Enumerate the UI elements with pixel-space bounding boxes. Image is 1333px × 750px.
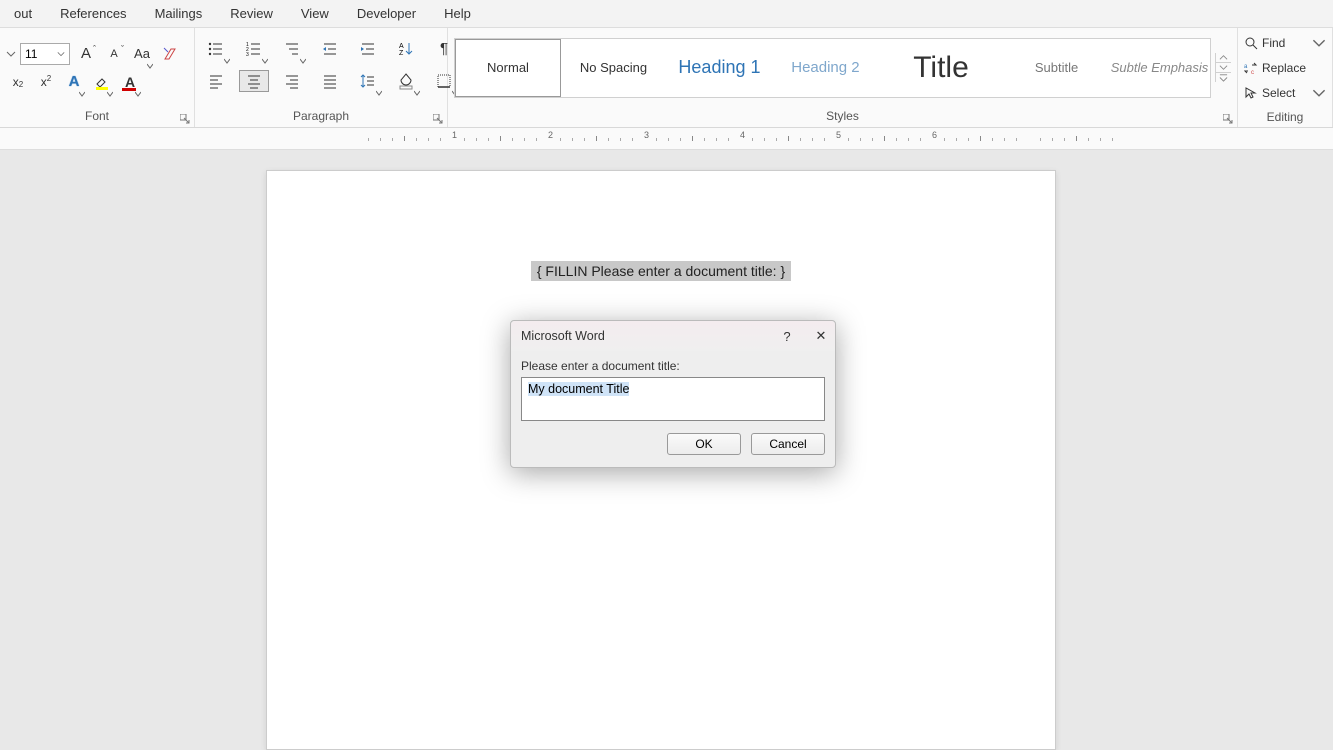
numbering-icon[interactable]: 123 — [239, 38, 269, 60]
fillin-dialog: Microsoft Word ? ✕ Please enter a docume… — [510, 320, 836, 468]
menu-references[interactable]: References — [46, 6, 140, 21]
gallery-scroll — [1215, 53, 1231, 82]
align-right-icon[interactable] — [277, 70, 307, 92]
select-icon — [1244, 86, 1258, 100]
font-dialog-launcher-icon[interactable] — [180, 113, 190, 123]
sort-icon[interactable]: AZ — [391, 38, 421, 60]
text-effects-icon[interactable]: A — [62, 71, 86, 93]
clear-formatting-icon[interactable] — [158, 43, 182, 65]
svg-text:a: a — [1244, 64, 1248, 70]
svg-text:Z: Z — [399, 50, 404, 57]
gallery-expand-icon[interactable] — [1216, 73, 1231, 82]
font-size-value: 11 — [25, 47, 37, 61]
dialog-help-icon[interactable]: ? — [779, 328, 795, 344]
font-group: 11 Aˆ Aˇ Aa x2 x2 A A Font — [0, 28, 195, 127]
cancel-button[interactable]: Cancel — [751, 433, 825, 455]
style-heading2[interactable]: Heading 2 — [773, 39, 879, 97]
highlight-color-icon[interactable] — [90, 71, 114, 93]
replace-button[interactable]: ac Replace — [1244, 57, 1326, 79]
editing-group: Find ac Replace Select Editing — [1238, 28, 1333, 127]
paragraph-group: 123 AZ ¶ Paragraph — [195, 28, 448, 127]
superscript-icon[interactable]: x2 — [34, 71, 58, 93]
paragraph-dialog-launcher-icon[interactable] — [433, 113, 443, 123]
dialog-input-value: My document Title — [528, 382, 629, 396]
styles-gallery[interactable]: Normal No Spacing Heading 1 Heading 2 Ti… — [454, 38, 1211, 98]
menu-layout-partial[interactable]: out — [0, 6, 46, 21]
styles-group: Normal No Spacing Heading 1 Heading 2 Ti… — [448, 28, 1238, 127]
style-normal[interactable]: Normal — [455, 39, 561, 97]
menu-developer[interactable]: Developer — [343, 6, 430, 21]
dialog-text-input[interactable]: My document Title — [521, 377, 825, 421]
font-color-icon[interactable]: A — [118, 71, 142, 93]
menu-help[interactable]: Help — [430, 6, 485, 21]
find-icon — [1244, 36, 1258, 50]
dialog-title-text: Microsoft Word — [521, 329, 605, 343]
menu-mailings[interactable]: Mailings — [141, 6, 217, 21]
font-size-combobox[interactable]: 11 — [20, 43, 70, 65]
grow-font-icon[interactable]: Aˆ — [74, 43, 98, 65]
fillin-field-code: { FILLIN Please enter a document title: … — [531, 261, 791, 281]
horizontal-ruler[interactable]: 123456 — [0, 128, 1333, 150]
bullets-icon[interactable] — [201, 38, 231, 60]
menu-view[interactable]: View — [287, 6, 343, 21]
shrink-font-icon[interactable]: Aˇ — [102, 43, 126, 65]
replace-icon: ac — [1244, 61, 1258, 75]
style-no-spacing[interactable]: No Spacing — [561, 39, 667, 97]
ok-button[interactable]: OK — [667, 433, 741, 455]
style-subtitle[interactable]: Subtitle — [1004, 39, 1110, 97]
gallery-scroll-up-icon[interactable] — [1216, 53, 1231, 63]
styles-group-label: Styles — [448, 107, 1237, 127]
dialog-close-icon[interactable]: ✕ — [813, 328, 829, 344]
justify-icon[interactable] — [315, 70, 345, 92]
svg-text:c: c — [1251, 70, 1254, 75]
line-spacing-icon[interactable] — [353, 70, 383, 92]
dialog-titlebar[interactable]: Microsoft Word ? ✕ — [511, 321, 835, 351]
find-button[interactable]: Find — [1244, 32, 1326, 54]
subscript-icon[interactable]: x2 — [6, 71, 30, 93]
font-combobox-edge[interactable] — [6, 43, 16, 65]
align-left-icon[interactable] — [201, 70, 231, 92]
menu-review[interactable]: Review — [216, 6, 287, 21]
menu-bar: out References Mailings Review View Deve… — [0, 0, 1333, 28]
styles-dialog-launcher-icon[interactable] — [1223, 113, 1233, 123]
decrease-indent-icon[interactable] — [315, 38, 345, 60]
paragraph-group-label: Paragraph — [195, 107, 447, 127]
shading-icon[interactable] — [391, 70, 421, 92]
multilevel-list-icon[interactable] — [277, 38, 307, 60]
change-case-icon[interactable]: Aa — [130, 43, 154, 65]
style-subtle-emphasis[interactable]: Subtle Emphasis — [1110, 39, 1210, 97]
dialog-prompt-label: Please enter a document title: — [521, 359, 825, 373]
increase-indent-icon[interactable] — [353, 38, 383, 60]
style-heading1[interactable]: Heading 1 — [667, 39, 773, 97]
font-group-label: Font — [0, 107, 194, 127]
align-center-icon[interactable] — [239, 70, 269, 92]
select-button[interactable]: Select — [1244, 82, 1326, 104]
ribbon: 11 Aˆ Aˇ Aa x2 x2 A A Font — [0, 28, 1333, 128]
svg-text:3: 3 — [246, 52, 249, 58]
editing-group-label: Editing — [1238, 108, 1332, 128]
svg-text:A: A — [399, 43, 404, 50]
gallery-scroll-down-icon[interactable] — [1216, 63, 1231, 73]
style-title[interactable]: Title — [879, 39, 1004, 97]
